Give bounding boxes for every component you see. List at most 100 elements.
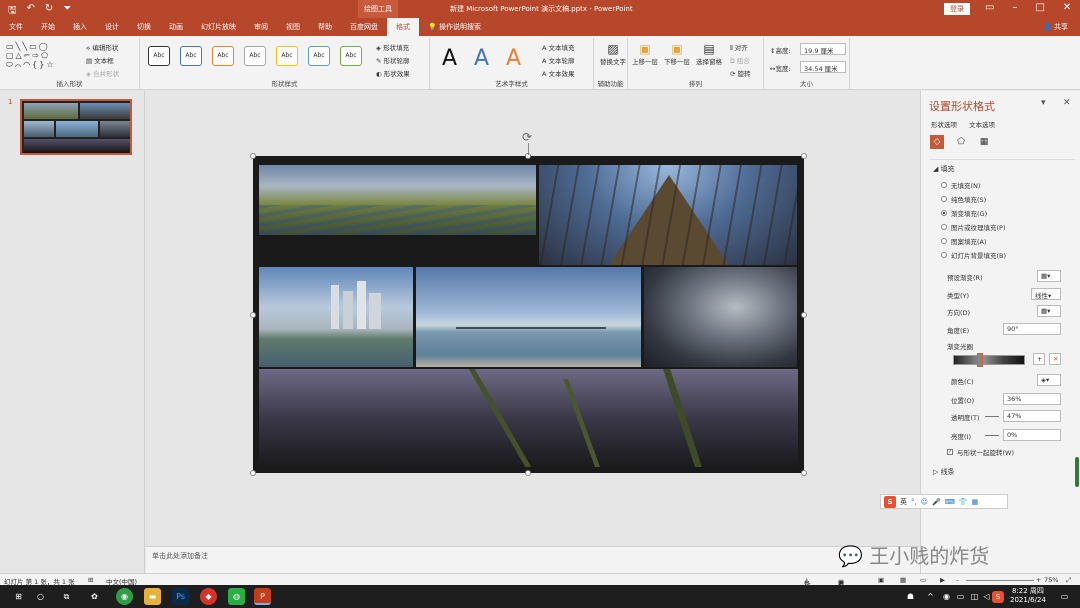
wechat-taskbar-icon[interactable]: ◍ — [228, 588, 245, 605]
brightness-input[interactable]: 0% — [1003, 429, 1061, 441]
gradient-stops-bar[interactable] — [953, 355, 1025, 365]
maximize-icon[interactable]: □ — [1035, 2, 1044, 13]
style-preset-5[interactable]: Abc — [276, 46, 298, 66]
photo-pier-sea[interactable] — [416, 267, 641, 367]
close-icon[interactable]: ✕ — [1063, 2, 1071, 13]
radio-no-fill[interactable]: 无填充(N) — [941, 180, 980, 190]
tab-slideshow[interactable]: 幻灯片放映 — [192, 18, 245, 36]
tab-design[interactable]: 设计 — [96, 18, 128, 36]
photo-terraced-fields[interactable] — [259, 165, 536, 235]
ime-toolbar[interactable]: S 英 °, ☺ 🎤 ⌨ 👕 ▦ — [880, 494, 1008, 509]
tab-baidu-netdisk[interactable]: 百度网盘 — [341, 18, 387, 36]
radio-background-fill[interactable]: 幻灯片背景填充(B) — [941, 250, 1006, 260]
type-dropdown[interactable]: 线性▾ — [1031, 288, 1061, 300]
shape-fill-button[interactable]: ◈ 形状填充 — [376, 42, 409, 52]
shape-outline-button[interactable]: ✎ 形状轮廓 — [376, 55, 410, 65]
preset-gradient-dropdown[interactable]: ▦▾ — [1037, 270, 1061, 282]
zoom-out-icon[interactable]: – — [956, 576, 959, 584]
rotate-handle-icon[interactable]: ⟳ — [522, 130, 532, 144]
zoom-in-icon[interactable]: + — [1036, 576, 1041, 584]
tell-me-search[interactable]: 💡 操作说明搜索 — [419, 18, 490, 36]
radio-picture-fill[interactable]: 图片或纹理填充(P) — [941, 222, 1006, 232]
task-view-icon[interactable]: ⧉ — [58, 588, 75, 605]
photo-grass-gradient[interactable] — [259, 369, 798, 467]
spellcheck-icon[interactable]: ⊞ — [88, 576, 93, 584]
bring-forward-button[interactable]: ▣ 上移一层 — [632, 42, 658, 66]
photo-city-lake[interactable] — [259, 267, 413, 367]
sogou-icon[interactable]: S — [884, 495, 896, 508]
line-section-header[interactable]: ▷ 线条 — [933, 467, 955, 477]
wordart-orange[interactable]: A — [506, 46, 521, 71]
browser-icon[interactable]: ◉ — [116, 588, 133, 605]
resize-handle-w[interactable] — [250, 312, 256, 318]
share-button[interactable]: 👤 共享 — [1043, 22, 1068, 32]
radio-pattern-fill[interactable]: 图案填充(A) — [941, 236, 987, 246]
rotate-button[interactable]: ⟳ 旋转 — [730, 68, 751, 78]
send-backward-button[interactable]: ▣ 下移一层 — [664, 42, 690, 66]
remove-stop-icon[interactable]: ✕ — [1049, 353, 1061, 365]
slide-sorter-icon[interactable]: ▦ — [900, 576, 906, 584]
resize-handle-nw[interactable] — [250, 153, 256, 159]
width-input[interactable]: 34.54 厘米 — [800, 61, 846, 73]
slide[interactable] — [253, 156, 804, 473]
transparency-input[interactable]: 47% — [1003, 410, 1061, 422]
tab-review[interactable]: 审阅 — [245, 18, 277, 36]
effects-icon[interactable]: ⬠ — [954, 135, 968, 149]
radio-solid-fill[interactable]: 纯色填充(S) — [941, 194, 986, 204]
radio-gradient-fill[interactable]: 渐变填充(G) — [941, 208, 987, 218]
fill-line-icon[interactable]: ◇ — [930, 135, 944, 149]
angle-input[interactable]: 90° — [1003, 323, 1061, 335]
text-effects-button[interactable]: A 文本效果 — [542, 68, 575, 78]
photoshop-icon[interactable]: Ps — [172, 588, 189, 605]
height-input[interactable]: 19.9 厘米 — [800, 43, 846, 55]
notes-pane[interactable]: 单击此处添加备注 — [146, 546, 920, 573]
fill-section-header[interactable]: ◢ 填充 — [933, 164, 955, 174]
color-picker[interactable]: ◈▾ — [1037, 374, 1061, 386]
fit-slide-icon[interactable]: ⤢ — [1066, 576, 1071, 585]
tab-insert[interactable]: 插入 — [64, 18, 96, 36]
resize-handle-se[interactable] — [801, 470, 807, 476]
tab-file[interactable]: 文件 — [0, 18, 32, 36]
punctuation-icon[interactable]: °, — [911, 498, 917, 506]
ribbon-display-icon[interactable]: ▭ — [985, 2, 994, 13]
style-preset-3[interactable]: Abc — [212, 46, 234, 66]
wordart-black[interactable]: A — [442, 46, 457, 71]
tab-view[interactable]: 视图 — [277, 18, 309, 36]
style-preset-4[interactable]: Abc — [244, 46, 266, 66]
start-icon[interactable]: ⊞ — [10, 588, 27, 605]
pane-scrollbar[interactable] — [1075, 457, 1079, 487]
keyboard-icon[interactable]: ⌨ — [945, 498, 955, 506]
tab-transitions[interactable]: 切换 — [128, 18, 160, 36]
group-button[interactable]: ⧉ 组合 — [730, 55, 750, 66]
slide-thumbnail[interactable] — [20, 99, 132, 155]
brightness-slider[interactable] — [985, 435, 999, 436]
search-icon[interactable]: ○ — [32, 588, 49, 605]
resize-handle-sw[interactable] — [250, 470, 256, 476]
tab-format[interactable]: 格式 — [387, 18, 419, 36]
direction-dropdown[interactable]: ▦▾ — [1037, 305, 1061, 317]
edit-shape-button[interactable]: ⟡ 编辑形状 — [86, 42, 118, 53]
style-preset-2[interactable]: Abc — [180, 46, 202, 66]
pane-options-icon[interactable]: ▾ — [1041, 98, 1046, 108]
app-icon-1[interactable]: ✿ — [86, 588, 103, 605]
toolbox-icon[interactable]: ▦ — [972, 498, 979, 506]
tab-animations[interactable]: 动画 — [160, 18, 192, 36]
text-fill-button[interactable]: A 文本填充 — [542, 42, 575, 52]
normal-view-icon[interactable]: ▣ — [878, 576, 884, 584]
tab-home[interactable]: 开始 — [32, 18, 64, 36]
photo-tree-canopy[interactable] — [539, 165, 797, 265]
zoom-level[interactable]: 75% — [1044, 576, 1058, 584]
shapes-gallery[interactable]: ▭╲╲▭◯ ▢△⌐⇨⬠ ⬭⌒◠{}☆ — [6, 42, 56, 70]
skin-icon[interactable]: 👕 — [959, 498, 968, 506]
file-explorer-icon[interactable]: ▬ — [144, 588, 161, 605]
emoji-icon[interactable]: ☺ — [921, 498, 928, 506]
reading-view-icon[interactable]: ▭ — [920, 576, 926, 584]
microphone-icon[interactable]: 🎤 — [932, 498, 941, 506]
style-preset-6[interactable]: Abc — [308, 46, 330, 66]
gradient-stop-selected[interactable] — [977, 353, 983, 367]
shape-effects-button[interactable]: ◐ 形状效果 — [376, 68, 410, 78]
wordart-blue[interactable]: A — [474, 46, 489, 71]
photo-cloudy-sky[interactable] — [644, 267, 797, 367]
alt-text-button[interactable]: ▨ 替换文字 — [600, 42, 626, 66]
position-input[interactable]: 36% — [1003, 393, 1061, 405]
